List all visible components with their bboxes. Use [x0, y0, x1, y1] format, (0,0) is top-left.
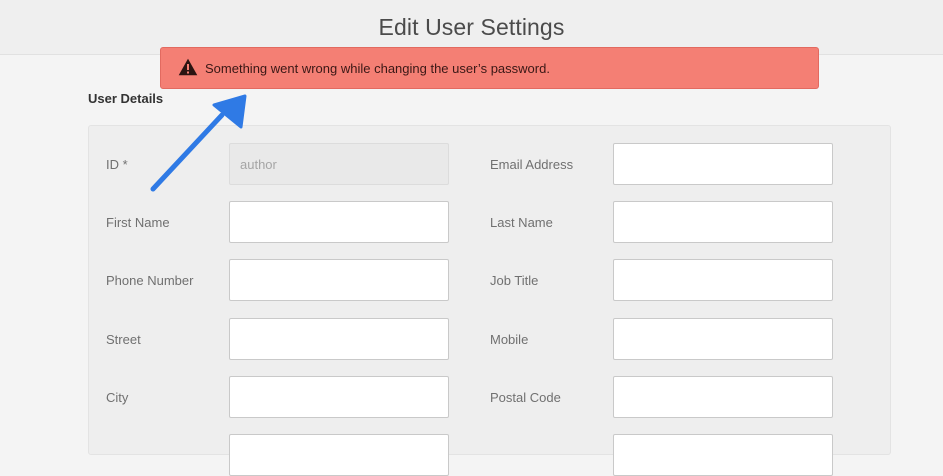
id-label: ID * — [106, 157, 128, 172]
error-message: Something went wrong while changing the … — [205, 61, 550, 76]
error-alert: Something went wrong while changing the … — [160, 47, 819, 89]
next-row-right-field[interactable] — [613, 434, 833, 476]
warning-icon — [178, 58, 198, 76]
next-row-left-field[interactable] — [229, 434, 449, 476]
id-field — [229, 143, 449, 185]
mobile-label: Mobile — [490, 332, 529, 347]
arrow-annotation — [150, 94, 247, 192]
first-name-field[interactable] — [229, 201, 449, 243]
city-label: City — [106, 390, 129, 405]
city-field[interactable] — [229, 376, 449, 418]
first-name-label: First Name — [106, 215, 170, 230]
email-label: Email Address — [490, 157, 574, 172]
job-title-field[interactable] — [613, 259, 833, 301]
job-title-label: Job Title — [490, 273, 539, 288]
street-label: Street — [106, 332, 141, 347]
postal-code-field[interactable] — [613, 376, 833, 418]
mobile-field[interactable] — [613, 318, 833, 360]
phone-number-field[interactable] — [229, 259, 449, 301]
phone-number-label: Phone Number — [106, 273, 194, 288]
street-field[interactable] — [229, 318, 449, 360]
email-field[interactable] — [613, 143, 833, 185]
postal-code-label: Postal Code — [490, 390, 561, 405]
page-title: Edit User Settings — [378, 14, 565, 40]
last-name-field[interactable] — [613, 201, 833, 243]
last-name-label: Last Name — [490, 215, 553, 230]
